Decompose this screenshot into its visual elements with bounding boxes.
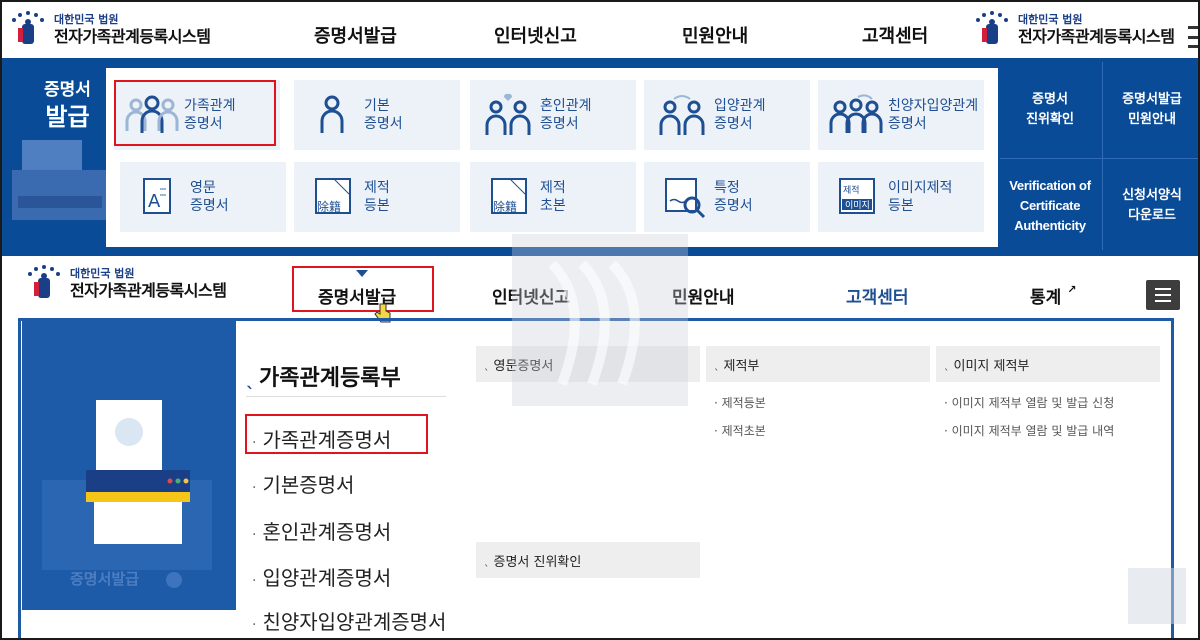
card-label: 제적 등본 (364, 180, 390, 214)
nav-customer-center[interactable]: 고객센터 (862, 22, 928, 48)
side-verify-certificate[interactable]: 증명서 진위확인 (1000, 62, 1100, 158)
removed-register-icon: 除籍 (480, 173, 536, 221)
menu-item-removed-copy[interactable]: · 제적등본 (714, 394, 766, 411)
top-header: 대한민국 법원 전자가족관계등록시스템 증명서발급 인터넷신고 민원안내 고객센… (2, 2, 1200, 58)
tick-icon: ˎ (484, 357, 490, 371)
side-issue-text: 증명서발급 (70, 570, 140, 588)
menu-item-image-history[interactable]: · 이미지 제적부 열람 및 발급 내역 (944, 422, 1114, 439)
menu-item-adoption[interactable]: · 입양관계증명서 (252, 562, 391, 591)
divider (246, 396, 446, 397)
printer-illustration (8, 140, 108, 250)
menu-item-removed-extract[interactable]: · 제적초본 (714, 422, 766, 439)
logo-small-text: 대한민국 법원 (54, 13, 119, 26)
nav2-statistics[interactable]: 통계 ↗ (1030, 283, 1076, 308)
column-image-register[interactable]: ˎ 이미지 제적부 (936, 346, 1160, 382)
menu-button[interactable] (1146, 280, 1180, 310)
card-adoption[interactable]: 입양관계 증명서 (644, 80, 810, 150)
card-marriage[interactable]: 혼인관계 증명서 (470, 80, 636, 150)
court-logo-nav[interactable]: 대한민국 법원 전자가족관계등록시스템 (24, 264, 227, 304)
nav2-customer-center[interactable]: 고객센터 (846, 283, 909, 308)
card-english[interactable]: A 영문 증명서 (120, 162, 286, 232)
dropdown-side-illustration: 증명서발급 (22, 320, 236, 610)
svg-text:除籍: 除籍 (317, 199, 341, 214)
menu-item-marriage[interactable]: · 혼인관계증명서 (252, 516, 391, 545)
section-title: ˎ 가족관계등록부 (246, 366, 401, 391)
logo-large-text: 전자가족관계등록시스템 (1018, 27, 1175, 46)
couple-heart-icon (480, 91, 536, 139)
nav-certificate-issue[interactable]: 증명서발급 (314, 22, 397, 48)
logo-small-text: 대한민국 법원 (1018, 13, 1083, 26)
card-label: 제적 초본 (540, 180, 566, 214)
person-icon (304, 91, 360, 139)
menu-icon[interactable] (1188, 26, 1200, 48)
card-label: 이미지제적 등본 (888, 180, 953, 214)
side-verification-english[interactable]: Verification of Certificate Authenticity (1000, 162, 1100, 250)
tick-icon: ˎ (484, 553, 490, 567)
removed-register-icon: 除籍 (304, 173, 360, 221)
court-logo-secondary[interactable]: 대한민국 법원 전자가족관계등록시스템 (972, 10, 1175, 50)
side-issue-guide[interactable]: 증명서발급 민원안내 (1104, 62, 1200, 158)
watermark-logo-small (1128, 568, 1186, 624)
banner-title: 증명서 발급 (44, 80, 91, 131)
card-label: 기본 증명서 (364, 98, 403, 132)
highlight-box (245, 414, 428, 454)
card-basic[interactable]: 기본 증명서 (294, 80, 460, 150)
tick-icon: ˎ (246, 369, 255, 390)
image-register-icon: 제적 이미지 (828, 173, 884, 221)
card-label: 입양관계 증명서 (714, 98, 766, 132)
menu-item-basic[interactable]: · 기본증명서 (252, 469, 354, 498)
highlight-box (292, 266, 434, 312)
menu-item-full-adoption[interactable]: · 친양자입양관계증명서 (252, 606, 446, 635)
tick-icon: ˎ (714, 357, 720, 371)
card-removed-copy[interactable]: 除籍 제적 등본 (294, 162, 460, 232)
card-label: 혼인관계 증명서 (540, 98, 592, 132)
watermark-logo (512, 234, 688, 406)
card-label: 영문 증명서 (190, 180, 229, 214)
family-adoption-icon (828, 91, 884, 139)
external-link-icon: ↗ (1067, 283, 1077, 296)
highlight-box (114, 80, 276, 146)
column-removed-register[interactable]: ˎ 제적부 (706, 346, 930, 382)
card-label: 친양자입양관계 증명서 (888, 98, 979, 132)
svg-text:除籍: 除籍 (493, 199, 517, 214)
side-form-download[interactable]: 신청서양식 다운로드 (1104, 162, 1200, 250)
court-emblem-icon (8, 10, 48, 50)
svg-text:제적: 제적 (843, 184, 860, 196)
svg-text:A: A (148, 191, 161, 212)
card-full-adoption[interactable]: 친양자입양관계 증명서 (818, 80, 984, 150)
card-image-removed[interactable]: 제적 이미지 이미지제적 등본 (818, 162, 984, 232)
court-emblem-icon (24, 264, 64, 304)
card-removed-extract[interactable]: 除籍 제적 초본 (470, 162, 636, 232)
card-specific[interactable]: 특정 증명서 (644, 162, 810, 232)
english-document-icon: A (130, 173, 186, 221)
card-label: 특정 증명서 (714, 180, 753, 214)
nav-civil-guide[interactable]: 민원안내 (682, 22, 748, 48)
svg-text:이미지: 이미지 (845, 200, 870, 211)
tick-icon: ˎ (944, 357, 950, 371)
logo-small-text: 대한민국 법원 (70, 267, 135, 280)
column-verify[interactable]: ˎ 증명서 진위확인 (476, 542, 700, 578)
menu-item-image-apply[interactable]: · 이미지 제적부 열람 및 발급 신청 (944, 394, 1114, 411)
divider (1000, 158, 1198, 159)
logo-large-text: 전자가족관계등록시스템 (70, 281, 227, 300)
court-logo[interactable]: 대한민국 법원 전자가족관계등록시스템 (8, 10, 211, 50)
search-document-icon (654, 173, 710, 221)
divider (1102, 62, 1103, 250)
logo-large-text: 전자가족관계등록시스템 (54, 27, 211, 46)
nav-internet-report[interactable]: 인터넷신고 (494, 22, 577, 48)
adoption-icon (654, 91, 710, 139)
court-emblem-icon (972, 10, 1012, 50)
